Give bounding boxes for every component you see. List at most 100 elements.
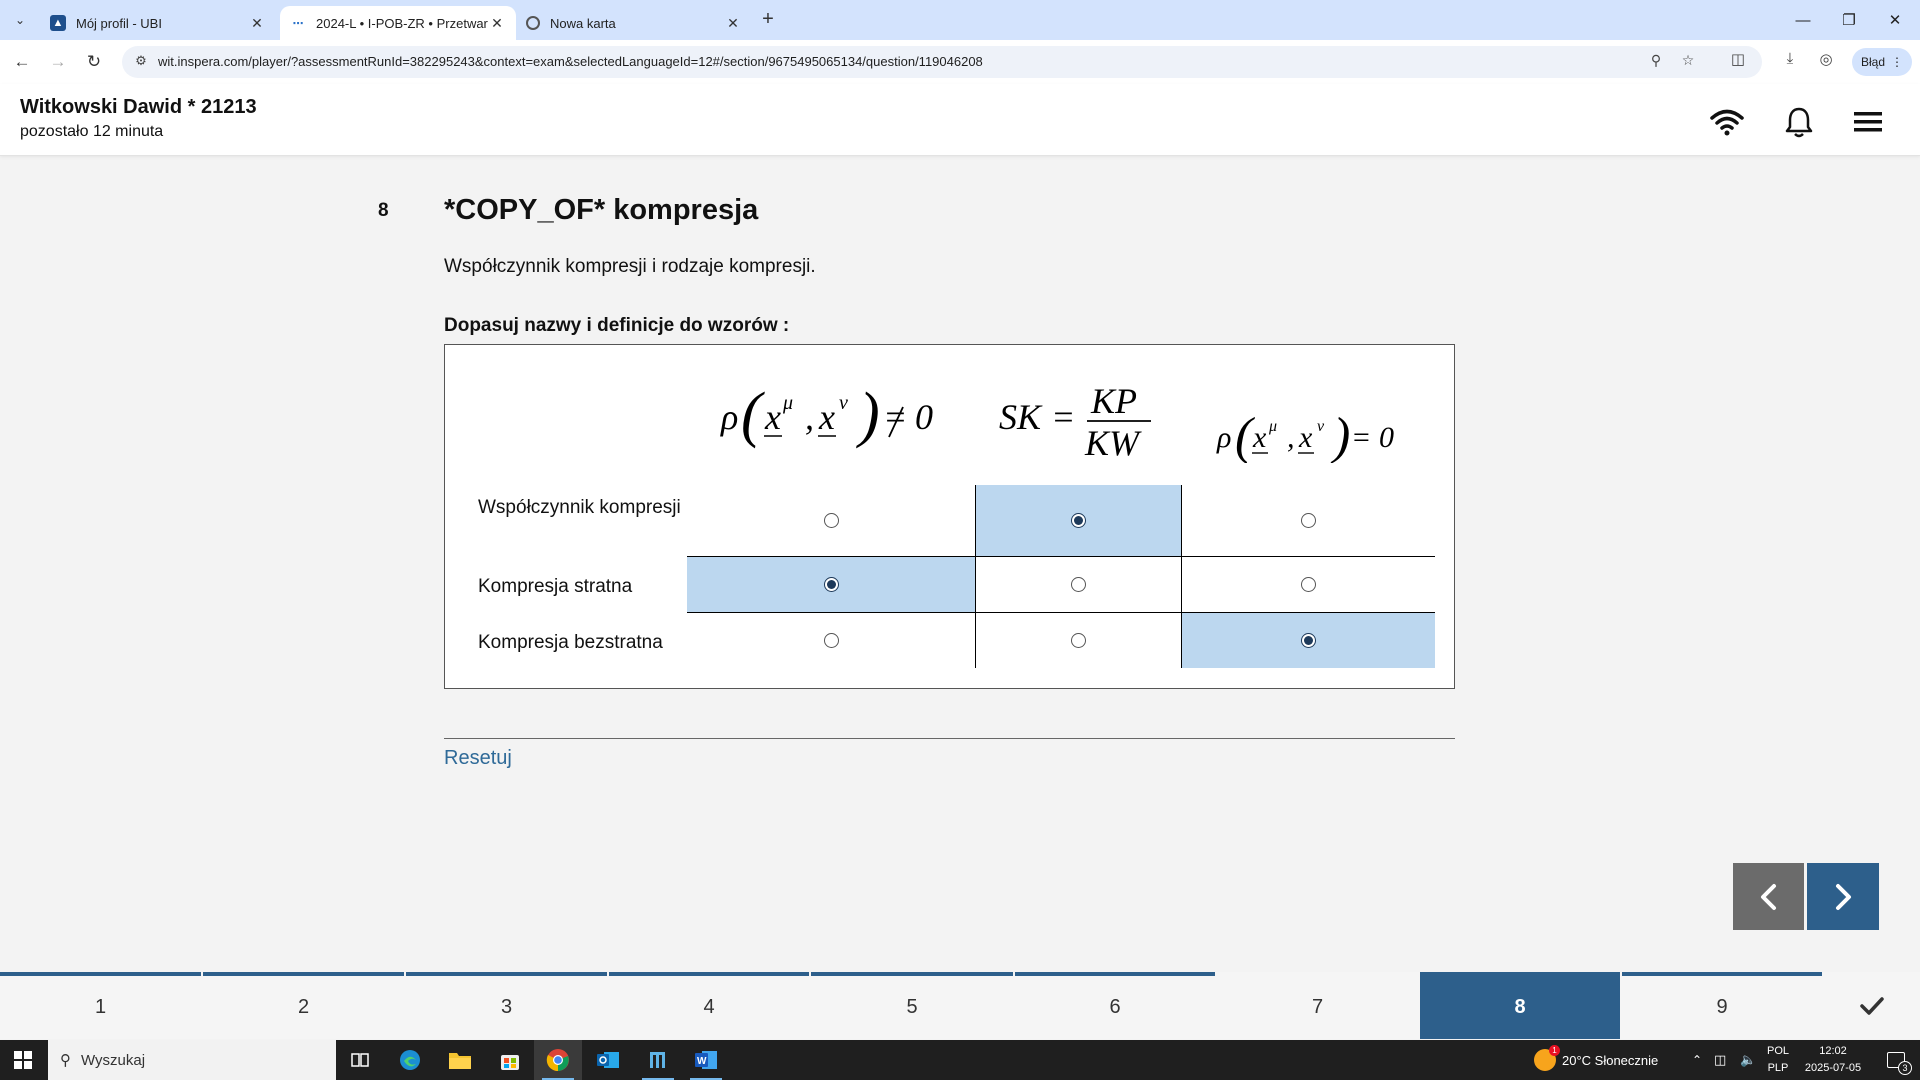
notifications-bell-icon[interactable]: [1781, 104, 1817, 140]
close-tab-icon[interactable]: ✕: [248, 15, 266, 32]
task-view-icon[interactable]: [336, 1040, 384, 1080]
volume-icon[interactable]: 🔈: [1740, 1040, 1756, 1080]
svg-text:x: x: [1298, 421, 1313, 454]
radio-button[interactable]: [823, 632, 839, 648]
radio-button-selected[interactable]: [823, 576, 839, 592]
radio-button-selected[interactable]: [1070, 513, 1086, 528]
language-bottom[interactable]: PLP: [1762, 1062, 1794, 1074]
weather-alert-badge: 1: [1549, 1045, 1560, 1056]
language-top[interactable]: POL: [1762, 1045, 1794, 1057]
radio-button-selected[interactable]: [1300, 632, 1316, 648]
chrome-taskbar-icon[interactable]: [534, 1040, 582, 1080]
new-tab-button[interactable]: +: [756, 8, 780, 32]
browser-toolbar: ← → ↻ ⚙ wit.inspera.com/player/?assessme…: [0, 40, 1920, 84]
nav-question-8[interactable]: 8: [1420, 972, 1620, 1039]
nav-question-5[interactable]: 5: [811, 972, 1013, 1039]
svg-text:KP: KP: [1090, 381, 1137, 421]
nav-question-9[interactable]: 9: [1622, 972, 1822, 1039]
next-question-button[interactable]: [1807, 863, 1879, 930]
url-text: wit.inspera.com/player/?assessmentRunId=…: [158, 54, 983, 69]
submit-overview-button[interactable]: [1824, 972, 1920, 1039]
svg-text:μ: μ: [782, 392, 793, 414]
extensions-icon[interactable]: ◫: [1726, 50, 1750, 74]
svg-text:=: =: [1051, 397, 1075, 437]
close-window-button[interactable]: ✕: [1872, 0, 1918, 40]
formula-compression-ratio: SK = KP KW: [999, 381, 1151, 461]
svg-text:x: x: [764, 397, 781, 437]
matrix-cell-r3-c3[interactable]: [1181, 612, 1435, 668]
store-icon[interactable]: [486, 1040, 534, 1080]
account-icon[interactable]: ◎: [1814, 50, 1838, 74]
close-tab-icon[interactable]: ✕: [488, 15, 506, 32]
matrix-cell-r2-c1[interactable]: [687, 556, 975, 612]
matrix-cell-r1-c1[interactable]: [687, 485, 975, 556]
word-icon[interactable]: W: [682, 1040, 730, 1080]
svg-text:W: W: [697, 1056, 707, 1067]
row-label-wspolczynnik: Współczynnik kompresji: [478, 497, 681, 518]
radio-button[interactable]: [823, 513, 839, 528]
search-icon: ⚲: [60, 1052, 71, 1069]
back-button[interactable]: ←: [8, 48, 36, 76]
forward-button[interactable]: →: [44, 48, 72, 76]
matrix-cell-r2-c2[interactable]: [975, 556, 1181, 612]
file-explorer-icon[interactable]: [436, 1040, 484, 1080]
inspera-taskbar-icon[interactable]: [634, 1040, 682, 1080]
profile-error-label: Błąd: [1860, 55, 1886, 69]
svg-text:0: 0: [1379, 421, 1394, 454]
more-menu-icon: ⋮: [1891, 55, 1904, 69]
menu-hamburger-icon[interactable]: [1850, 104, 1886, 140]
previous-question-button[interactable]: [1733, 863, 1804, 930]
nav-question-6[interactable]: 6: [1015, 972, 1215, 1039]
address-bar[interactable]: ⚙ wit.inspera.com/player/?assessmentRunI…: [122, 46, 1762, 78]
edge-browser-icon[interactable]: [386, 1040, 434, 1080]
radio-button[interactable]: [1070, 632, 1086, 648]
svg-text:x: x: [818, 397, 835, 437]
graduation-cap-icon: ▲: [50, 15, 66, 31]
clock-date[interactable]: 2025-07-05: [1796, 1062, 1870, 1074]
wifi-icon[interactable]: [1709, 104, 1745, 140]
nav-question-3[interactable]: 3: [406, 972, 607, 1039]
nav-question-4[interactable]: 4: [609, 972, 809, 1039]
nav-question-1[interactable]: 1: [0, 972, 201, 1039]
checkmark-icon: [1860, 996, 1884, 1015]
profile-error-button[interactable]: Błąd ⋮: [1852, 48, 1912, 76]
network-icon[interactable]: ◫: [1714, 1040, 1726, 1080]
radio-button[interactable]: [1300, 576, 1316, 592]
svg-text:=: =: [1351, 421, 1371, 454]
svg-text:μ: μ: [1268, 418, 1277, 435]
minimize-button[interactable]: —: [1780, 0, 1826, 40]
notification-center-icon[interactable]: 3: [1878, 1040, 1914, 1080]
tab-search-button[interactable]: ⌄: [8, 8, 32, 32]
matrix-cell-r1-c3[interactable]: [1181, 485, 1435, 556]
browser-tab-exam[interactable]: ⋯ 2024-L • I-POB-ZR • Przetwarzanie ✕: [280, 6, 516, 40]
zoom-icon[interactable]: ⚲: [1646, 52, 1666, 72]
svg-text:(: (: [1235, 408, 1255, 463]
browser-tab-new[interactable]: Nowa karta ✕: [516, 6, 752, 40]
weather-widget[interactable]: 1 20°C Słonecznie: [1534, 1040, 1658, 1080]
matrix-cell-r1-c2[interactable]: [975, 485, 1181, 556]
bookmark-star-icon[interactable]: ☆: [1678, 52, 1698, 72]
close-tab-icon[interactable]: ✕: [724, 15, 742, 32]
browser-tab-profile[interactable]: ▲ Mój profil - UBI ✕: [40, 6, 276, 40]
radio-button[interactable]: [1300, 513, 1316, 528]
nav-question-2[interactable]: 2: [203, 972, 404, 1039]
show-hidden-icons-chevron-icon[interactable]: ⌃: [1692, 1040, 1702, 1080]
site-settings-icon[interactable]: ⚙: [132, 53, 150, 71]
time-remaining: pozostało 12 minuta: [20, 123, 164, 140]
nav-question-7[interactable]: 7: [1217, 972, 1418, 1039]
windows-logo-icon: [14, 1051, 32, 1069]
start-button[interactable]: [0, 1040, 46, 1080]
reset-link[interactable]: Resetuj: [444, 747, 512, 770]
matrix-cell-r3-c1[interactable]: [687, 612, 975, 668]
clock-time[interactable]: 12:02: [1796, 1045, 1870, 1057]
outlook-icon[interactable]: [584, 1040, 632, 1080]
restore-button[interactable]: ❐: [1826, 0, 1872, 40]
svg-text:=: =: [883, 397, 907, 437]
matrix-cell-r2-c3[interactable]: [1181, 556, 1435, 612]
reload-button[interactable]: ↻: [80, 48, 108, 76]
radio-button[interactable]: [1070, 576, 1086, 592]
downloads-icon[interactable]: ⤓: [1778, 50, 1802, 74]
matrix-cell-r3-c2[interactable]: [975, 612, 1181, 668]
taskbar-search-box[interactable]: ⚲ Wyszukaj: [48, 1040, 336, 1080]
grid-divider: [975, 485, 976, 668]
